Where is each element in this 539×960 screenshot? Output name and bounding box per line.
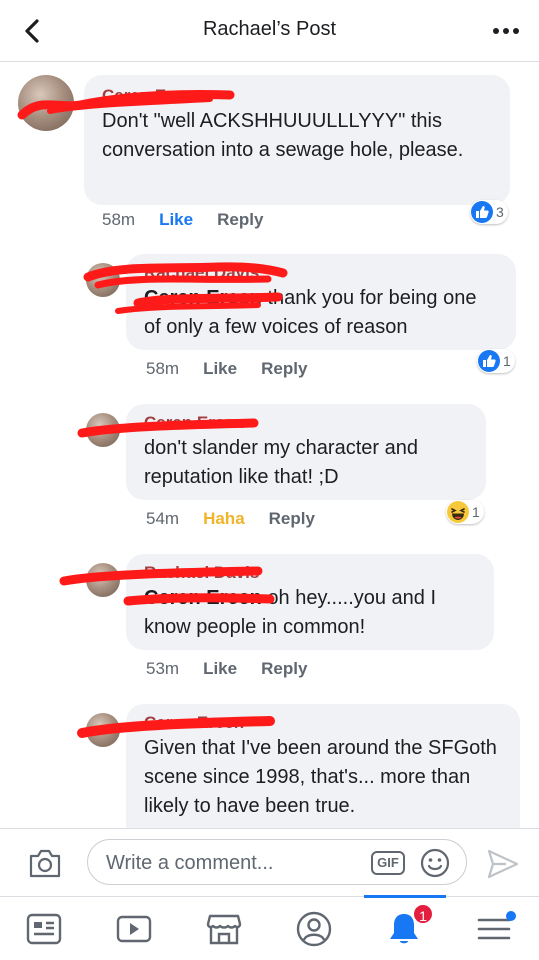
bottom-tab-bar: 1 bbox=[0, 895, 539, 960]
reply-button[interactable]: Reply bbox=[269, 509, 315, 529]
comment-actions: 54m Haha Reply bbox=[146, 509, 315, 529]
reply-button[interactable]: Reply bbox=[261, 659, 307, 679]
comment-bubble[interactable]: Rachael Davis Ceren Ercen oh hey.....you… bbox=[126, 554, 494, 650]
reaction-count-label: 1 bbox=[472, 504, 480, 520]
comment-author[interactable]: Rachael Davis bbox=[144, 562, 476, 584]
comment-composer: Write a comment... GIF bbox=[0, 828, 539, 896]
notification-badge: 1 bbox=[412, 903, 434, 925]
like-button[interactable]: Like bbox=[203, 359, 237, 379]
reply-button[interactable]: Reply bbox=[217, 210, 263, 230]
news-feed-icon bbox=[26, 913, 62, 945]
comment-text: don't slander my character and reputatio… bbox=[144, 437, 418, 488]
marketplace-icon bbox=[206, 914, 242, 945]
comment-actions: 53m Like Reply bbox=[146, 659, 307, 679]
avatar[interactable] bbox=[86, 713, 120, 747]
comment-time: 58m bbox=[102, 210, 136, 229]
comment-time: 53m bbox=[146, 659, 180, 678]
like-button[interactable]: Like bbox=[159, 210, 193, 230]
comment-text: Ceren Ercen oh hey.....you and I know pe… bbox=[144, 584, 476, 642]
reaction-count-label: 1 bbox=[503, 353, 511, 369]
reaction-count[interactable]: 1 bbox=[446, 500, 484, 524]
profile-icon bbox=[296, 911, 332, 947]
reaction-count[interactable]: 3 bbox=[470, 200, 508, 224]
comment-input[interactable]: Write a comment... GIF bbox=[87, 839, 467, 885]
emoji-button[interactable] bbox=[420, 848, 450, 878]
haha-reaction-icon bbox=[447, 501, 469, 523]
comment-time: 58m bbox=[146, 359, 180, 378]
gif-button[interactable]: GIF bbox=[371, 851, 405, 875]
comment-mention[interactable]: Ceren Ercen bbox=[144, 587, 262, 609]
comment-actions: 58m Like Reply bbox=[146, 359, 307, 379]
send-button[interactable] bbox=[486, 847, 520, 881]
active-tab-indicator bbox=[364, 895, 446, 898]
reaction-count-label: 3 bbox=[496, 204, 504, 220]
comment-bubble[interactable]: Ceren Ercen Don't "well ACKSHHUUULLLYYY"… bbox=[84, 75, 510, 205]
comment-author[interactable]: Ceren Ercen bbox=[102, 85, 492, 107]
haha-button[interactable]: Haha bbox=[203, 509, 245, 529]
comment-bubble[interactable]: Ceren Ercen don't slander my character a… bbox=[126, 404, 486, 500]
more-options-button[interactable] bbox=[491, 16, 521, 46]
camera-icon bbox=[29, 849, 61, 878]
avatar[interactable] bbox=[18, 75, 74, 131]
comment-bubble[interactable]: Ceren Ercen Given that I've been around … bbox=[126, 704, 520, 828]
like-reaction-icon bbox=[471, 201, 493, 223]
video-icon bbox=[116, 915, 152, 943]
comment-author[interactable]: Rachael Davis bbox=[144, 262, 498, 284]
comment-mention[interactable]: Ceren Ercen bbox=[144, 287, 262, 309]
comment-text: Given that I've been around the SFGoth s… bbox=[144, 737, 497, 817]
more-dots-icon bbox=[493, 28, 519, 34]
comment-input-placeholder: Write a comment... bbox=[106, 852, 274, 874]
menu-notification-dot bbox=[506, 911, 516, 921]
avatar[interactable] bbox=[86, 413, 120, 447]
post-header: Rachael’s Post bbox=[0, 0, 539, 62]
comment-text: Don't "well ACKSHHUUULLLYYY" this conver… bbox=[102, 110, 464, 161]
comment-author[interactable]: Ceren Ercen bbox=[144, 412, 468, 434]
comment-feed[interactable]: Ceren Ercen Don't "well ACKSHHUUULLLYYY"… bbox=[0, 63, 539, 828]
comment-text: Ceren Ercen thank you for being one of o… bbox=[144, 284, 498, 342]
tab-profile[interactable] bbox=[294, 909, 334, 949]
comment-time: 54m bbox=[146, 509, 180, 528]
avatar[interactable] bbox=[86, 263, 120, 297]
send-icon bbox=[487, 849, 519, 879]
tab-watch[interactable] bbox=[114, 909, 154, 949]
comment-actions: 58m Like Reply bbox=[102, 210, 263, 230]
camera-button[interactable] bbox=[28, 847, 62, 879]
comment-author[interactable]: Ceren Ercen bbox=[144, 712, 502, 734]
avatar[interactable] bbox=[86, 563, 120, 597]
comment-bubble[interactable]: Rachael Davis Ceren Ercen thank you for … bbox=[126, 254, 516, 350]
reply-button[interactable]: Reply bbox=[261, 359, 307, 379]
emoji-icon bbox=[420, 848, 450, 878]
tab-news-feed[interactable] bbox=[24, 909, 64, 949]
like-button[interactable]: Like bbox=[203, 659, 237, 679]
tab-marketplace[interactable] bbox=[204, 909, 244, 949]
reaction-count[interactable]: 1 bbox=[477, 349, 515, 373]
like-reaction-icon bbox=[478, 350, 500, 372]
page-title: Rachael’s Post bbox=[202, 18, 337, 40]
